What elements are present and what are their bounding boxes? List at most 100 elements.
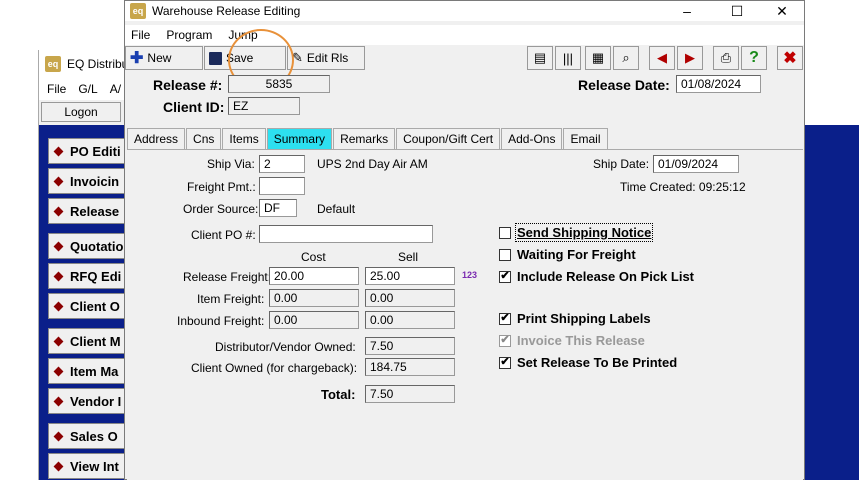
order-source-description: Default [317, 202, 356, 216]
client-id-field[interactable]: EZ [228, 97, 300, 115]
release-freight-sell-field[interactable]: 25.00 [365, 267, 455, 285]
logon-button[interactable]: Logon [41, 102, 121, 122]
client-owned-label: Client Owned (for chargeback): [191, 361, 358, 375]
close-x-icon[interactable]: ✖ [777, 46, 803, 70]
tab-items[interactable]: Items [222, 128, 266, 149]
ship-via-code-field[interactable]: 2 [259, 155, 305, 173]
diamond-bullet-icon [53, 271, 64, 281]
freight-pmt-label: Freight Pmt.: [187, 180, 256, 194]
calculator-icon[interactable]: 123 [462, 270, 477, 280]
checkbox-label: Print Shipping Labels [517, 311, 651, 326]
inbound-freight-label: Inbound Freight: [177, 314, 265, 328]
diamond-bullet-icon [53, 206, 64, 216]
total-label: Total: [321, 387, 356, 402]
warehouse-release-window: eq Warehouse Release Editing – ☐ ✕ File … [124, 0, 805, 480]
tab-coupon-gift-cert[interactable]: Coupon/Gift Cert [396, 128, 501, 149]
new-button[interactable]: ✚ New [125, 46, 203, 70]
summary-panel: Ship Via: 2 UPS 2nd Day Air AM Freight P… [127, 149, 803, 480]
bg-menu-gl[interactable]: G/L [78, 82, 97, 96]
inbound-freight-cost-field[interactable]: 0.00 [269, 311, 359, 329]
cost-header: Cost [301, 250, 326, 264]
menu-button-label: Quotatio [70, 238, 124, 254]
checkbox-print-shipping-labels[interactable]: ✔ Print Shipping Labels [499, 311, 651, 326]
diamond-bullet-icon [53, 301, 64, 311]
documents-icon[interactable]: ▤ [527, 46, 553, 70]
distributor-owned-field[interactable]: 7.50 [365, 337, 455, 355]
menu-button-label: Client M [70, 333, 121, 349]
checkbox-label: Invoice This Release [517, 333, 645, 348]
menu-program[interactable]: Program [166, 28, 212, 42]
tab-summary[interactable]: Summary [266, 128, 333, 149]
printer-icon[interactable]: ⎙ [713, 46, 739, 70]
total-field[interactable]: 7.50 [365, 385, 455, 403]
arrow-right-icon[interactable]: ▶ [677, 46, 703, 70]
distributor-owned-label: Distributor/Vendor Owned: [215, 340, 356, 354]
checkbox-send-shipping-notice[interactable]: Send Shipping Notice [499, 223, 654, 242]
release-date-field[interactable]: 01/08/2024 [676, 75, 761, 93]
edit-label: Edit Rls [306, 51, 349, 65]
menu-button-label: RFQ Edi [70, 268, 122, 284]
checkmark-icon: ✔ [499, 312, 511, 325]
arrow-left-icon[interactable]: ◀ [649, 46, 675, 70]
save-button[interactable]: Save [204, 46, 286, 70]
save-label: Save [226, 51, 254, 65]
diamond-bullet-icon [53, 146, 64, 156]
edit-release-button[interactable]: ✎ Edit Rls [287, 46, 365, 70]
client-po-field[interactable] [259, 225, 433, 243]
tab-address[interactable]: Address [127, 128, 186, 149]
close-window-button[interactable]: ✕ [762, 1, 802, 21]
diamond-bullet-icon [53, 461, 64, 471]
checkmark-icon: ✔ [499, 334, 511, 347]
menu-button-label: Client O [70, 298, 120, 314]
menu-file[interactable]: File [131, 28, 150, 42]
minimize-button[interactable]: – [667, 1, 707, 21]
right-blue-panel [805, 125, 859, 480]
tab-email[interactable]: Email [563, 128, 608, 149]
screen: eq EQ Distributi File G/L A/ Logon PO Ed… [0, 0, 859, 480]
checkbox-label: Set Release To Be Printed [517, 355, 678, 370]
checkbox-waiting-for-freight[interactable]: Waiting For Freight [499, 247, 636, 262]
checkbox-label: Waiting For Freight [517, 247, 636, 262]
barcode-track-icon[interactable]: ||| [555, 46, 581, 70]
item-freight-label: Item Freight: [197, 292, 265, 306]
menu-button-label: Vendor I [70, 393, 122, 409]
magnifier-icon[interactable]: ⌕ [613, 46, 639, 70]
inbound-freight-sell-field[interactable]: 0.00 [365, 311, 455, 329]
tab-add-ons[interactable]: Add-Ons [501, 128, 563, 149]
report-icon[interactable]: ▦ [585, 46, 611, 70]
pencil-icon: ✎ [292, 50, 303, 65]
menu-jump[interactable]: Jump [228, 28, 257, 42]
empty-checkbox-icon [499, 248, 511, 261]
checkmark-icon: ✔ [499, 270, 511, 283]
tab-cns[interactable]: Cns [186, 128, 222, 149]
client-owned-field[interactable]: 184.75 [365, 358, 455, 376]
menu-button-label: PO Editi [70, 143, 121, 159]
sell-header: Sell [398, 250, 419, 264]
ship-date-field[interactable]: 01/09/2024 [653, 155, 739, 173]
checkbox-set-release-to-be-printed[interactable]: ✔ Set Release To Be Printed [499, 355, 677, 370]
release-number-field[interactable]: 5835 [228, 75, 330, 93]
bg-menu-ar[interactable]: A/ [110, 82, 121, 96]
menu-button-label: Release [70, 203, 120, 219]
menu-button-label: Item Ma [70, 363, 119, 379]
order-source-label: Order Source: [183, 202, 259, 216]
maximize-button[interactable]: ☐ [717, 1, 757, 21]
help-icon[interactable]: ? [741, 46, 767, 70]
checkbox-include-release-on-pick-list[interactable]: ✔ Include Release On Pick List [499, 269, 694, 284]
freight-pmt-field[interactable] [259, 177, 305, 195]
tab-remarks[interactable]: Remarks [333, 128, 396, 149]
item-freight-cost-field[interactable]: 0.00 [269, 289, 359, 307]
new-label: New [147, 51, 172, 65]
release-freight-cost-field[interactable]: 20.00 [269, 267, 359, 285]
order-source-code-field[interactable]: DF [259, 199, 297, 217]
checkbox-label: Include Release On Pick List [517, 269, 695, 284]
client-id-label: Client ID: [163, 99, 225, 115]
window-title: Warehouse Release Editing [152, 4, 301, 18]
diamond-bullet-icon [53, 176, 64, 186]
bg-menu-file[interactable]: File [47, 82, 66, 96]
ship-via-description: UPS 2nd Day Air AM [317, 157, 428, 171]
eq-logo-icon: eq [130, 3, 146, 19]
release-number-label: Release #: [153, 77, 223, 93]
plus-icon: ✚ [130, 50, 144, 67]
item-freight-sell-field[interactable]: 0.00 [365, 289, 455, 307]
